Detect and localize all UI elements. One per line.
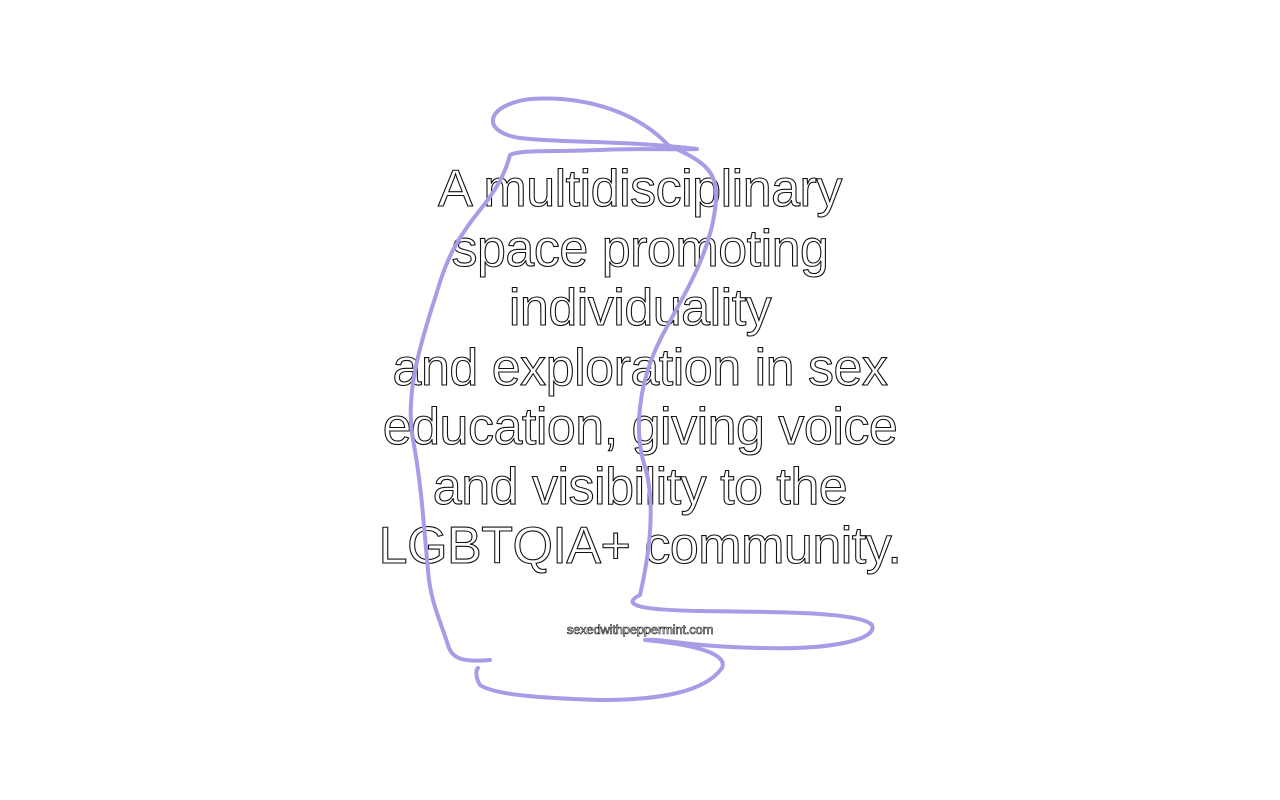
headline: A multidisciplinary space promoting indi…	[340, 159, 940, 577]
website-link[interactable]: sexedwithpeppermint.com	[440, 622, 840, 638]
headline-line-3: individuality	[508, 278, 772, 337]
headline-line-5: education, giving voice	[382, 397, 898, 456]
headline-line-1: A multidisciplinary	[438, 159, 843, 218]
page-stage: A multidisciplinary space promoting indi…	[0, 0, 1280, 800]
headline-line-2: space promoting	[451, 219, 830, 278]
headline-line-7: LGBTQIA+ community.	[378, 516, 902, 575]
headline-line-6: and visibility to the	[432, 457, 848, 516]
headline-line-4: and exploration in sex	[392, 338, 888, 397]
